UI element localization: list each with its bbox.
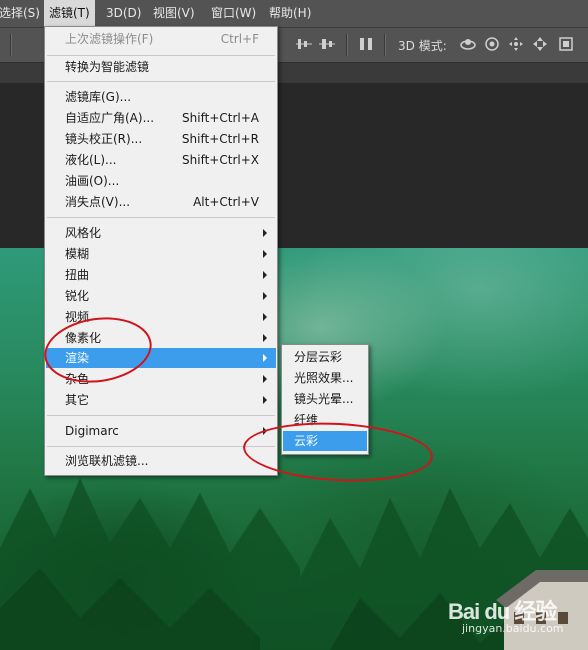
align-icon[interactable] <box>296 36 312 52</box>
menu-item-liquify[interactable]: 液化(L)... Shift+Ctrl+X <box>46 150 276 170</box>
menu-item-lighting-effects[interactable]: 光照效果... <box>283 368 367 388</box>
menu-view[interactable]: 视图(V) <box>148 0 200 27</box>
menu-item-blur[interactable]: 模糊 <box>46 244 276 264</box>
submenu-arrow-icon <box>263 354 267 362</box>
menu-item-label: 分层云彩 <box>294 350 343 364</box>
menu-item-label: 转换为智能滤镜 <box>65 60 150 74</box>
menu-item-shortcut: Shift+Ctrl+X <box>182 153 259 167</box>
scale-icon[interactable] <box>558 36 574 52</box>
menu-3d[interactable]: 3D(D) <box>101 0 146 27</box>
menu-item-shortcut: Ctrl+F <box>220 32 259 46</box>
submenu-arrow-icon <box>263 375 267 383</box>
menu-item-label: 液化(L)... <box>65 153 117 167</box>
toolbar-divider <box>10 34 12 56</box>
menu-item-label: 浏览联机滤镜... <box>65 454 149 468</box>
menu-separator <box>47 415 275 416</box>
menu-item-label: 模糊 <box>65 247 90 261</box>
watermark-url: jingyan.baidu.com <box>462 622 564 635</box>
submenu-arrow-icon <box>263 250 267 258</box>
menu-item-label: 自适应广角(A)... <box>65 111 155 125</box>
menu-item-oil-paint[interactable]: 油画(O)... <box>46 171 276 191</box>
3d-mode-label: 3D 模式: <box>398 39 447 53</box>
menu-item-label: 镜头光晕... <box>294 392 354 406</box>
submenu-arrow-icon <box>263 271 267 279</box>
menu-item-difference-clouds[interactable]: 分层云彩 <box>283 347 367 367</box>
menu-item-shortcut: Shift+Ctrl+A <box>182 111 259 125</box>
menu-item-filter-gallery[interactable]: 滤镜库(G)... <box>46 87 276 107</box>
submenu-arrow-icon <box>263 229 267 237</box>
menu-separator <box>47 81 275 82</box>
roll-icon[interactable] <box>484 36 500 52</box>
menu-help[interactable]: 帮助(H) <box>264 0 316 27</box>
menu-item-label: 滤镜库(G)... <box>65 90 132 104</box>
menu-filter[interactable]: 滤镜(T) <box>44 0 95 27</box>
menu-item-distort[interactable]: 扭曲 <box>46 265 276 285</box>
menu-item-adaptive-wide-angle[interactable]: 自适应广角(A)... Shift+Ctrl+A <box>46 108 276 128</box>
menu-item-shortcut: Shift+Ctrl+R <box>181 132 259 146</box>
menu-item-label: 镜头校正(R)... <box>65 132 143 146</box>
menu-item-shortcut: Alt+Ctrl+V <box>193 195 259 209</box>
menu-item-lens-flare[interactable]: 镜头光晕... <box>283 389 367 409</box>
menu-item-browse-online-filters[interactable]: 浏览联机滤镜... <box>46 451 276 471</box>
menubar: 选择(S) 滤镜(T) 3D(D) 视图(V) 窗口(W) 帮助(H) <box>0 0 588 28</box>
menu-separator <box>47 446 275 447</box>
slide-icon[interactable] <box>532 36 548 52</box>
submenu-arrow-icon <box>263 313 267 321</box>
menu-item-label: 上次滤镜操作(F) <box>65 32 154 46</box>
menu-item-label: 扭曲 <box>65 268 90 282</box>
menu-item-other[interactable]: 其它 <box>46 390 276 410</box>
filter-menu: 上次滤镜操作(F) Ctrl+F 转换为智能滤镜 滤镜库(G)... 自适应广角… <box>44 26 278 476</box>
submenu-arrow-icon <box>263 334 267 342</box>
pan-icon[interactable] <box>508 36 524 52</box>
submenu-arrow-icon <box>263 396 267 404</box>
menu-item-last-filter[interactable]: 上次滤镜操作(F) Ctrl+F <box>46 29 276 49</box>
submenu-arrow-icon <box>263 292 267 300</box>
menu-item-convert-smart-filter[interactable]: 转换为智能滤镜 <box>46 57 276 77</box>
menu-window[interactable]: 窗口(W) <box>206 0 261 27</box>
menu-item-digimarc[interactable]: Digimarc <box>46 421 276 441</box>
menu-item-lens-correction[interactable]: 镜头校正(R)... Shift+Ctrl+R <box>46 129 276 149</box>
menu-item-vanishing-point[interactable]: 消失点(V)... Alt+Ctrl+V <box>46 192 276 212</box>
menu-item-label: 光照效果... <box>294 371 354 385</box>
distribute-icon[interactable] <box>319 36 335 52</box>
menu-item-label: Digimarc <box>65 424 119 438</box>
menu-separator <box>47 217 275 218</box>
menu-item-label: 其它 <box>65 393 90 407</box>
distribute-spacing-icon[interactable] <box>358 36 374 52</box>
menu-item-stylize[interactable]: 风格化 <box>46 223 276 243</box>
baidu-jingyan-watermark: Bai du 经验 jingyan.baidu.com <box>448 594 588 642</box>
orbit-icon[interactable] <box>460 36 476 52</box>
menu-select[interactable]: 选择(S) <box>0 0 45 27</box>
menu-item-sharpen[interactable]: 锐化 <box>46 286 276 306</box>
toolbar-divider <box>384 34 386 56</box>
menu-item-label: 风格化 <box>65 226 102 240</box>
menu-item-label: 锐化 <box>65 289 90 303</box>
menu-item-label: 消失点(V)... <box>65 195 131 209</box>
menu-item-label: 油画(O)... <box>65 174 120 188</box>
menu-separator <box>47 55 275 56</box>
toolbar-divider <box>346 34 348 56</box>
